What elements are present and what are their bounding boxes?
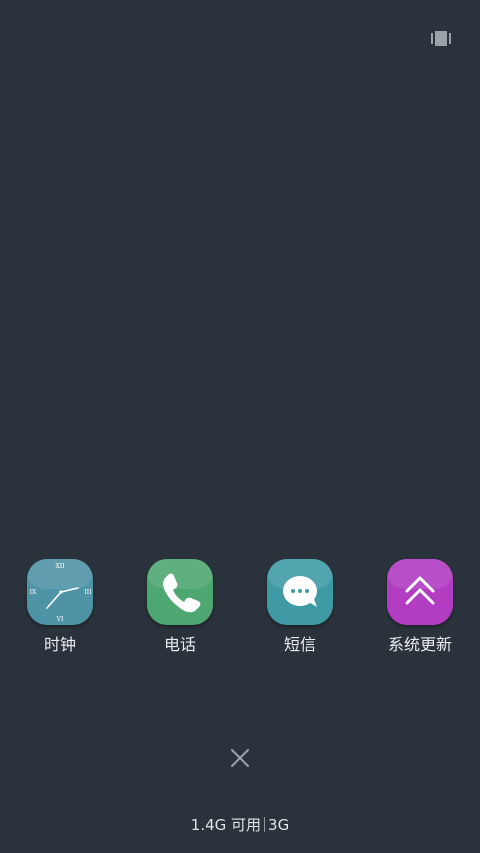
app-clock[interactable]: XII III VI IX 时钟 xyxy=(15,559,105,655)
clock-numeral-right: III xyxy=(84,589,92,596)
memory-total: 3G xyxy=(268,816,290,834)
clock-numeral-top: XII xyxy=(55,563,65,570)
app-label-clock: 时钟 xyxy=(43,635,76,654)
clock-icon: XII III VI IX xyxy=(30,563,93,623)
close-icon xyxy=(231,749,249,767)
clear-all-button[interactable] xyxy=(230,748,250,768)
message-icon xyxy=(283,576,317,607)
app-shortcut-row: XII III VI IX 时钟 电话 短信 系统更新 xyxy=(0,559,480,669)
app-messages[interactable]: 短信 xyxy=(255,559,345,655)
app-label-system-update: 系统更新 xyxy=(387,635,452,654)
app-label-messages: 短信 xyxy=(283,635,316,654)
memory-available: 1.4G 可用 xyxy=(190,816,262,834)
clock-numeral-bottom: VI xyxy=(56,616,64,623)
memory-status: 1.4G 可用 3G xyxy=(0,814,480,836)
app-system-update[interactable]: 系统更新 xyxy=(375,559,465,655)
recent-apps-screen: XII III VI IX 时钟 电话 短信 系统更新 1.4G 可用 3G xyxy=(0,0,480,853)
layout-toggle-icon xyxy=(431,31,451,46)
view-toggle-button[interactable] xyxy=(431,31,451,46)
memory-separator xyxy=(264,817,266,832)
system-update-app-tile[interactable] xyxy=(387,559,453,625)
app-phone[interactable]: 电话 xyxy=(135,559,225,655)
messages-app-tile[interactable] xyxy=(267,559,333,625)
phone-icon xyxy=(163,573,201,613)
system-update-icon xyxy=(405,576,435,605)
app-label-phone: 电话 xyxy=(163,635,196,654)
phone-app-tile[interactable] xyxy=(147,559,213,625)
clock-numeral-left: IX xyxy=(30,589,37,596)
clock-app-tile[interactable]: XII III VI IX xyxy=(27,559,93,625)
